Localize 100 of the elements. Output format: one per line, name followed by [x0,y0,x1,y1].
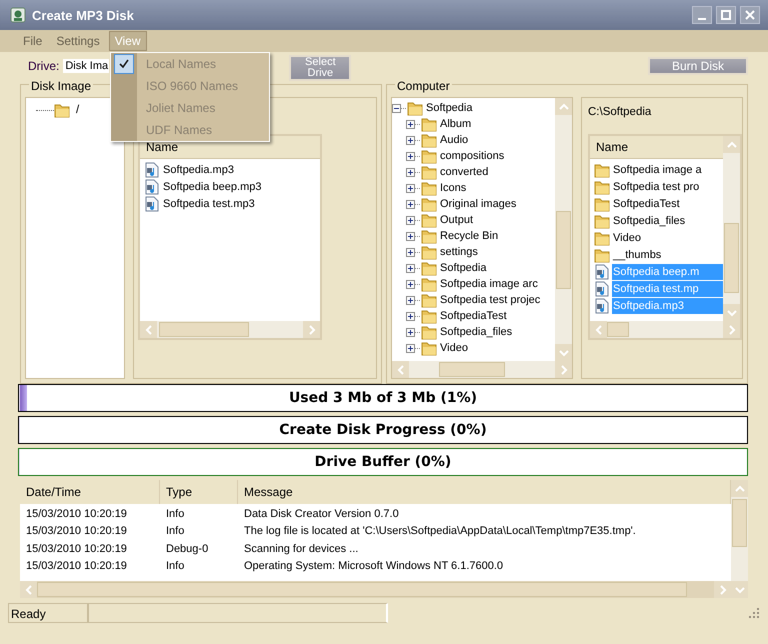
expand-icon[interactable] [406,168,415,176]
expand-icon[interactable] [406,184,415,192]
folder-icon [594,246,610,262]
scroll-left-button[interactable] [140,321,157,338]
folder-icon [421,132,437,148]
scrollbar-thumb[interactable] [732,499,747,547]
folder-icon [421,292,437,308]
scrollbar-thumb[interactable] [439,362,505,377]
scroll-right-button[interactable] [303,321,320,338]
column-header[interactable]: Date/Time [20,480,160,504]
column-header[interactable]: Name [590,140,628,154]
folder-icon [54,102,70,118]
expand-icon[interactable] [406,312,415,320]
scrollbar-thumb[interactable] [37,582,687,597]
tree-item[interactable]: Softpedia test projec [440,294,540,306]
folder-icon [421,324,437,340]
tree-item[interactable]: Softpedia image arc [440,278,538,290]
scroll-up-button[interactable] [731,480,748,497]
expand-icon[interactable] [406,120,415,128]
resize-grip-icon[interactable] [748,607,760,619]
collapse-icon[interactable] [392,104,401,112]
audio-file-icon [144,196,160,212]
tree-item[interactable]: Softpedia [440,262,486,274]
horizontal-scrollbar[interactable] [20,581,731,598]
scroll-right-button[interactable] [555,361,572,378]
scroll-down-button[interactable] [723,304,740,321]
path-label: C:\Softpedia [587,106,652,120]
expand-icon[interactable] [406,264,415,272]
list-entry[interactable]: Softpedia test.mp3 [162,196,256,212]
scroll-right-button[interactable] [714,581,731,598]
table-cell-text: 15/03/2010 10:20:19 [25,508,128,520]
close-button[interactable] [740,6,760,24]
column-header[interactable]: Name [140,140,178,154]
folder-icon [594,178,610,194]
drive-dropdown[interactable]: Disk Ima [63,59,110,73]
tree-item[interactable]: Softpedia_files [440,326,512,338]
expand-icon[interactable] [406,136,415,144]
minimize-button[interactable] [692,6,712,24]
scrollbar-thumb[interactable] [159,322,249,337]
folder-icon [421,260,437,276]
tree-item[interactable]: Output [440,214,474,226]
expand-icon[interactable] [406,328,415,336]
tree-item[interactable]: Original images [440,198,516,210]
table-cell-text: Data Disk Creator Version 0.7.0 [243,508,400,520]
maximize-button[interactable] [716,6,736,24]
scroll-left-button[interactable] [20,581,37,598]
table-cell-text: Info [165,508,186,520]
tree-item[interactable]: / [76,104,80,116]
expand-icon[interactable] [406,232,415,240]
tree-item[interactable]: Recycle Bin [440,230,498,242]
tree-item[interactable]: Album [440,118,472,130]
minimize-icon [698,18,706,20]
list-entry[interactable]: SoftpediaTest [612,196,681,212]
list-entry[interactable]: Softpedia image a [612,162,703,178]
tree-item[interactable]: converted [440,166,488,178]
tree-item[interactable]: settings [440,246,478,258]
tree-item[interactable]: compositions [440,150,504,162]
expand-icon[interactable] [406,200,415,208]
menu-item[interactable]: Settings [51,32,105,50]
horizontal-scrollbar[interactable] [140,321,320,338]
table-cell-text: Info [165,560,186,572]
list-entry[interactable]: Softpedia test pro [612,178,700,194]
list-entry[interactable]: Softpedia.mp3 [162,162,235,178]
table-cell-text: 15/03/2010 10:20:19 [25,560,128,572]
scroll-right-button[interactable] [723,321,740,338]
list-entry[interactable]: Softpedia_files [612,212,686,228]
tree-item[interactable]: Softpedia [426,102,472,114]
scrollbar-thumb[interactable] [607,322,629,337]
expand-icon[interactable] [406,344,415,352]
scroll-down-button[interactable] [731,581,748,598]
horizontal-scrollbar[interactable] [590,321,740,338]
table-cell-text: Info [165,525,186,538]
tree-item[interactable]: SoftpediaTest [440,310,507,322]
vertical-scrollbar[interactable] [555,98,572,361]
list-entry[interactable]: Softpedia beep.mp3 [162,178,262,194]
expand-icon[interactable] [406,296,415,304]
expand-icon[interactable] [406,216,415,224]
scroll-left-button[interactable] [590,321,607,338]
expand-icon[interactable] [406,248,415,256]
group-title: Disk Image [29,79,94,93]
scroll-down-button[interactable] [555,344,572,361]
menu-item[interactable]: File [18,32,48,50]
audio-file-icon [594,264,610,280]
vertical-scrollbar[interactable] [723,136,740,321]
scroll-up-button[interactable] [723,136,740,153]
scrollbar-thumb[interactable] [556,211,571,289]
scrollbar-thumb[interactable] [724,223,739,293]
list-entry[interactable]: Video [612,230,642,246]
horizontal-scrollbar[interactable] [392,361,572,378]
scroll-up-button[interactable] [555,98,572,115]
tree-item[interactable]: Audio [440,134,468,146]
expand-icon[interactable] [406,280,415,288]
expand-icon[interactable] [406,152,415,160]
scroll-left-button[interactable] [392,361,409,378]
tree-item[interactable]: Video [440,342,468,354]
tree-item[interactable]: Icons [440,182,466,194]
column-header[interactable]: Type [160,480,238,504]
audio-file-icon [594,280,610,296]
list-entry[interactable]: __thumbs [612,246,662,262]
vertical-scrollbar[interactable] [731,480,748,598]
